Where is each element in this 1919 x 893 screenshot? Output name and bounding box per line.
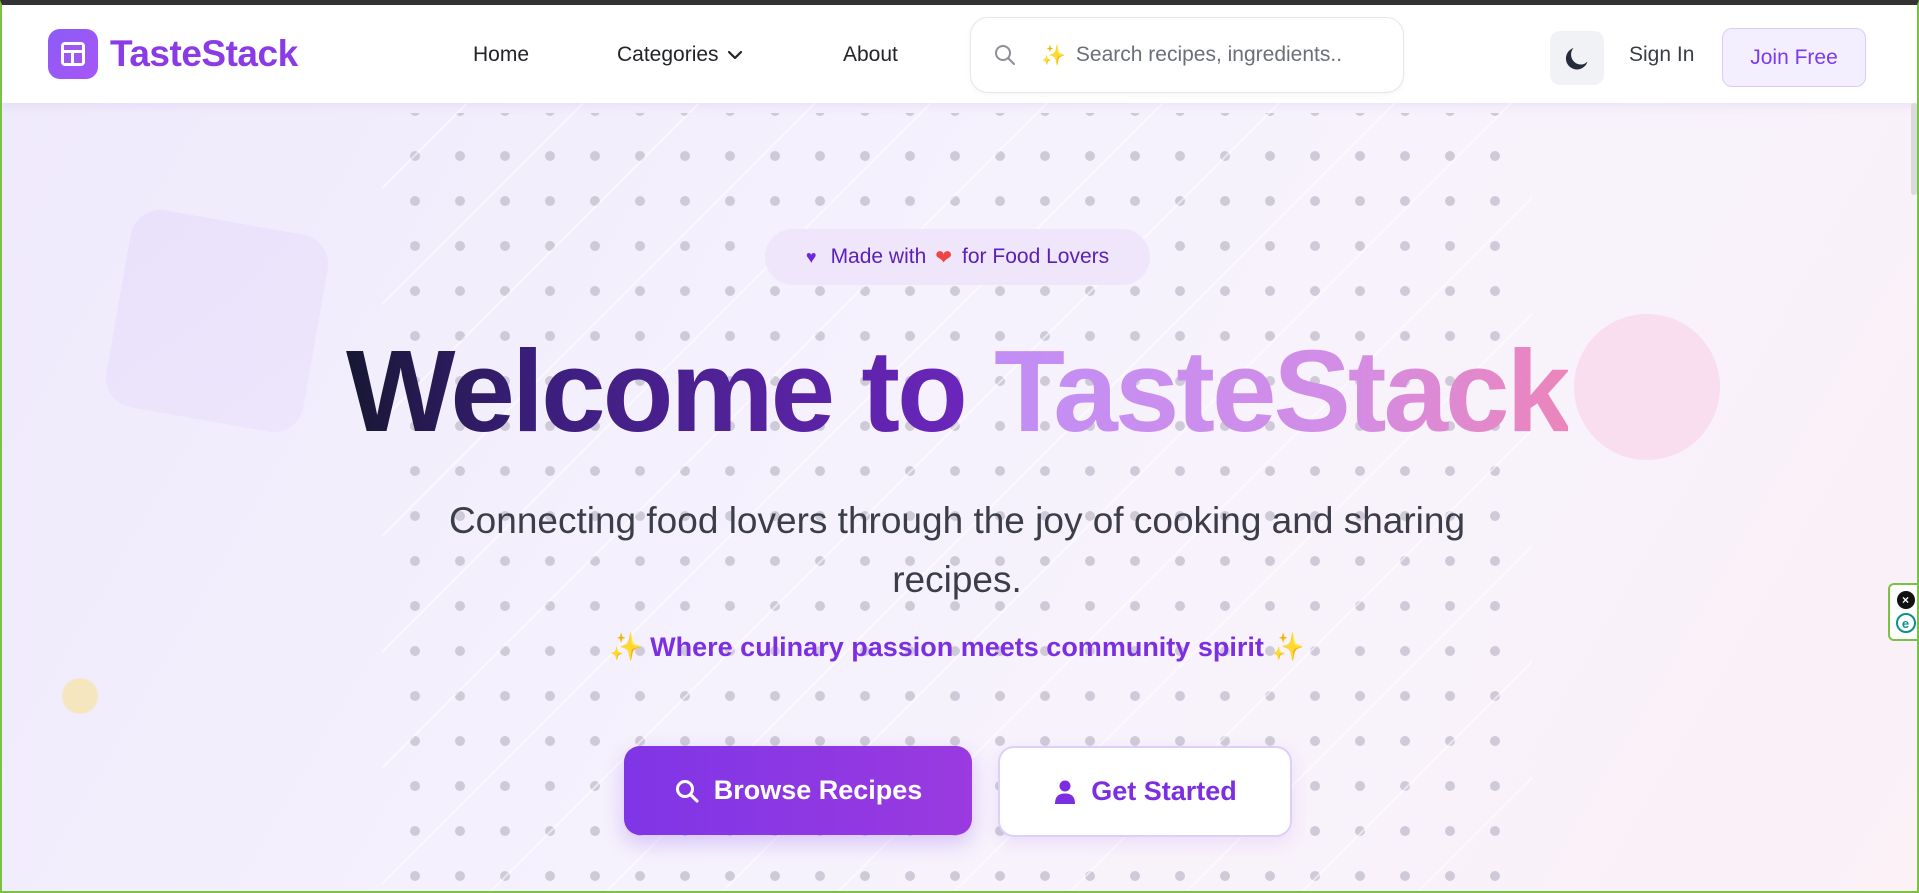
nav-categories[interactable]: Categories [617,43,743,67]
brand-logo[interactable]: TasteStack [48,29,298,79]
sparkle-icon: ✨ [1041,44,1066,67]
hero-section: ♥ Made with ❤ for Food Lovers Welcome to… [2,103,1917,891]
moon-icon [1565,48,1588,70]
sparkle-icon: ✨ [1271,632,1305,662]
search-input[interactable] [1075,43,1341,67]
hero-subtitle: Connecting food lovers through the joy o… [448,500,1466,600]
search-icon [995,45,1015,65]
red-heart-icon: ❤ [935,246,953,269]
badge-prefix: Made with [830,245,927,268]
heart-icon: ♥ [805,246,817,267]
extension-e-icon[interactable]: e [1895,613,1916,633]
get-started-button[interactable]: Get Started [998,746,1292,837]
navbar: TasteStack Home Categories About ✨ Sign … [2,5,1917,103]
browser-viewport: TasteStack Home Categories About ✨ Sign … [0,0,1919,893]
made-with-love-badge: ♥ Made with ❤ for Food Lovers [765,229,1150,285]
search-bar[interactable]: ✨ [970,17,1404,93]
close-icon[interactable]: × [1896,591,1915,609]
badge-suffix: for Food Lovers [962,245,1110,268]
hero-headline: Welcome to TasteStack [2,326,1912,456]
get-started-label: Get Started [1091,776,1237,806]
sparkle-icon: ✨ [609,632,643,662]
user-icon [1053,779,1077,805]
sign-in-link[interactable]: Sign In [1629,43,1694,67]
join-free-button[interactable]: Join Free [1722,28,1866,87]
nav-about[interactable]: About [843,43,898,67]
hero-tagline: ✨ Where culinary passion meets community… [2,631,1912,663]
layout-icon [48,29,98,79]
browse-recipes-label: Browse Recipes [713,775,923,805]
headline-brand: TasteStack [994,326,1571,456]
theme-toggle-button[interactable] [1550,31,1604,85]
nav-home[interactable]: Home [473,43,529,67]
headline-welcome: Welcome to [345,326,968,456]
brand-name: TasteStack [110,33,298,74]
browse-recipes-button[interactable]: Browse Recipes [624,746,972,835]
search-icon [674,778,700,804]
nav-categories-label: Categories [617,43,719,66]
tagline-text: Where culinary passion meets community s… [650,632,1264,662]
extension-side-widget: × e [1888,583,1917,641]
chevron-down-icon [727,50,742,60]
scrollbar-thumb[interactable] [1911,103,1917,195]
